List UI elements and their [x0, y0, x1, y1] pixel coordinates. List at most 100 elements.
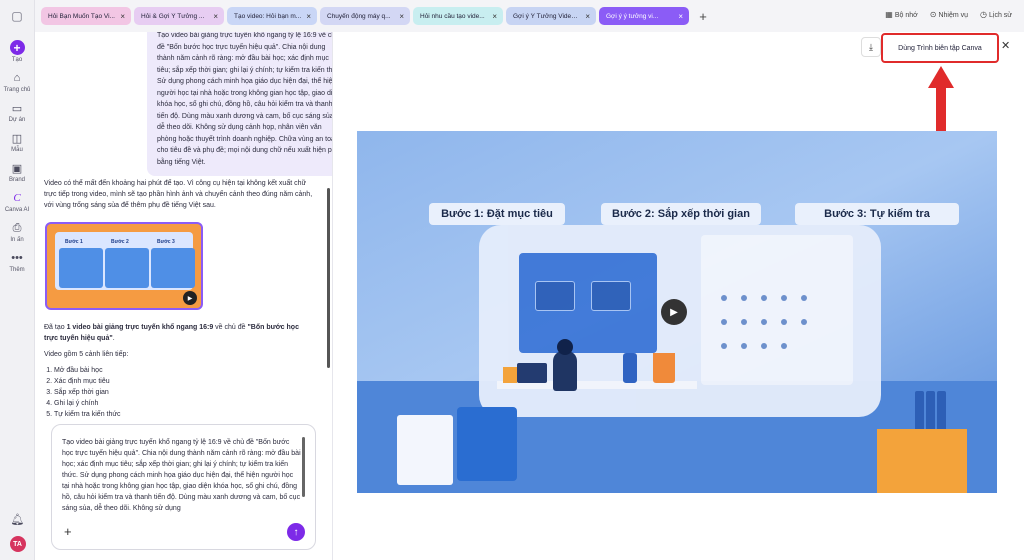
tab-label: Hỏi & Gợi Ý Tưởng ...	[141, 12, 205, 20]
thumbnail-card: Bước 2	[105, 239, 149, 288]
rail-item-brand[interactable]: ▣ Brand	[0, 161, 35, 184]
close-icon[interactable]: ×	[585, 12, 590, 21]
send-button[interactable]: ↑	[287, 523, 305, 541]
list-item: Tự kiểm tra kiến thức	[54, 409, 314, 420]
rail-item-more[interactable]: ••• Thêm	[0, 251, 35, 273]
play-icon[interactable]: ▶	[661, 299, 687, 325]
rail-item-label: Dự án	[8, 117, 26, 123]
thumbnail-card-label: Bước 1	[65, 239, 83, 245]
thumbnail-card-label: Bước 3	[157, 239, 175, 245]
rail-item-print[interactable]: ⎙ In ấn	[0, 221, 35, 244]
user-message-bubble: Tạo video bài giảng trực tuyến khổ ngang…	[147, 32, 332, 176]
schedule-dot	[781, 319, 787, 325]
pencil-cup	[503, 367, 517, 383]
rail-item-label: Tạo	[11, 57, 23, 63]
scenes-intro: Video gồm 5 cảnh liên tiếp:	[44, 351, 129, 358]
video-thumbnail[interactable]: Bước 1 Bước 2 Bước 3 ▶	[45, 222, 203, 310]
schedule-dot	[761, 295, 767, 301]
step-label-1: Bước 1: Đặt mục tiêu	[429, 203, 565, 225]
close-icon[interactable]: ×	[306, 12, 311, 21]
history-button[interactable]: ◷ Lịch sử	[980, 10, 1012, 19]
schedule-dot	[761, 319, 767, 325]
prompt-input-text[interactable]: Tạo video bài giảng trực tuyến khổ ngang…	[62, 437, 302, 517]
download-button[interactable]: ⤓	[861, 37, 881, 57]
list-item: Ghi lại ý chính	[54, 398, 314, 409]
close-icon[interactable]: ✕	[1001, 39, 1010, 52]
schedule-dot	[801, 319, 807, 325]
plant-pot	[653, 353, 675, 383]
memory-label: Bộ nhớ	[894, 12, 918, 19]
folder-icon: ▭	[11, 102, 23, 115]
student-head	[557, 339, 573, 355]
schedule-dot	[741, 343, 747, 349]
generation-summary: Đã tạo 1 video bài giảng trực tuyến khổ …	[44, 322, 314, 420]
rail-item-label: In ấn	[10, 237, 24, 243]
tab-1[interactable]: Hỏi & Gợi Ý Tưởng ... ×	[134, 7, 224, 25]
new-tab-button[interactable]: +	[692, 9, 714, 24]
rail-item-canva-ai[interactable]: C Canva AI	[0, 191, 35, 213]
sidebar-toggle-icon[interactable]: ▢	[0, 0, 35, 32]
play-icon[interactable]: ▶	[183, 291, 197, 305]
schedule-dot	[761, 343, 767, 349]
rail-item-home[interactable]: ⌂ Trang chủ	[0, 71, 35, 93]
prompt-input[interactable]: Tạo video bài giảng trực tuyến khổ ngang…	[51, 424, 316, 550]
tab-2[interactable]: Tạo video: Hỏi bạn m... ×	[227, 7, 317, 25]
tab-label: Hỏi Bạn Muốn Tạo Vi...	[48, 12, 115, 20]
print-icon: ⎙	[12, 221, 22, 234]
tab-5[interactable]: Gợi ý Ý Tưởng Video ... ×	[506, 7, 596, 25]
tab-0[interactable]: Hỏi Bạn Muốn Tạo Vi... ×	[41, 7, 131, 25]
summary-suffix: .	[112, 335, 115, 342]
tab-label: Tạo video: Hỏi bạn m...	[234, 12, 302, 20]
schedule-dot	[741, 295, 747, 301]
tab-bar: Hỏi Bạn Muốn Tạo Vi... × Hỏi & Gợi Ý Tưởn…	[35, 0, 1024, 32]
more-icon: •••	[11, 252, 23, 264]
summary-middle: về chủ đề	[213, 324, 248, 331]
rail-item-label: Trang chủ	[3, 87, 31, 93]
top-actions: ▦ Bộ nhớ ⊙ Nhiệm vụ ◷ Lịch sử	[885, 10, 1012, 19]
close-icon[interactable]: ×	[492, 12, 497, 21]
chat-scrollbar[interactable]	[327, 188, 330, 368]
rail-item-create[interactable]: + Tạo	[0, 40, 35, 63]
tab-4[interactable]: Hỏi nhu cầu tạo vide... ×	[413, 7, 503, 25]
course-panel	[519, 253, 657, 353]
close-icon[interactable]: ×	[678, 12, 683, 21]
chat-scroll-area[interactable]: Tạo video bài giảng trực tuyến khổ ngang…	[35, 32, 332, 424]
course-card	[591, 281, 631, 311]
brand-icon: ▣	[11, 162, 23, 175]
open-canva-editor-label: Dùng Trình biên tập Canva	[892, 40, 988, 56]
thumbnail-card: Bước 1	[59, 239, 103, 288]
bell-icon[interactable]: 🔔︎	[11, 513, 25, 526]
list-item: Xác định mục tiêu	[54, 376, 314, 387]
close-icon[interactable]: ×	[399, 12, 404, 21]
summary-line: Đã tạo 1 video bài giảng trực tuyến khổ …	[44, 322, 314, 344]
input-scrollbar[interactable]	[302, 437, 305, 497]
avatar[interactable]: TA	[9, 536, 26, 552]
rail-item-label: Thêm	[9, 267, 25, 273]
rail-item-templates[interactable]: ◫ Mẫu	[0, 131, 35, 154]
tab-3[interactable]: Chuyển động máy q... ×	[320, 7, 410, 25]
left-rail: ▢ + Tạo ⌂ Trang chủ ▭ Dự án ◫ Mẫu ▣ Bran…	[0, 0, 35, 560]
history-icon: ◷	[980, 10, 988, 19]
schedule-dot	[721, 295, 727, 301]
schedule-dot	[801, 295, 807, 301]
rail-item-label: Canva AI	[4, 207, 30, 213]
rail-item-projects[interactable]: ▭ Dự án	[0, 101, 35, 124]
tasks-button[interactable]: ⊙ Nhiệm vụ	[930, 10, 968, 19]
close-icon[interactable]: ×	[213, 12, 218, 21]
list-item: Mở đầu bài học	[54, 365, 314, 376]
template-icon: ◫	[11, 132, 23, 145]
tab-6-active[interactable]: Gợi ý ý tưởng vi... ×	[599, 7, 689, 25]
canva-ai-icon: C	[13, 192, 21, 204]
step-label-2: Bước 2: Sắp xếp thời gian	[601, 203, 761, 225]
memory-button[interactable]: ▦ Bộ nhớ	[885, 10, 917, 19]
open-canva-editor-button[interactable]: Dùng Trình biên tập Canva	[881, 33, 999, 63]
memory-icon: ▦	[885, 10, 893, 19]
add-attachment-button[interactable]: +	[64, 524, 72, 539]
video-preview[interactable]: Bước 1: Đặt mục tiêu Bước 2: Sắp xếp thờ…	[357, 131, 997, 493]
home-icon: ⌂	[13, 72, 21, 84]
close-icon[interactable]: ×	[120, 12, 125, 21]
arrow-up-icon: ↑	[293, 526, 299, 538]
tab-label: Gợi ý Ý Tưởng Video ...	[513, 12, 581, 20]
tasks-icon: ⊙	[929, 10, 937, 19]
rail-item-label: Mẫu	[11, 147, 23, 153]
